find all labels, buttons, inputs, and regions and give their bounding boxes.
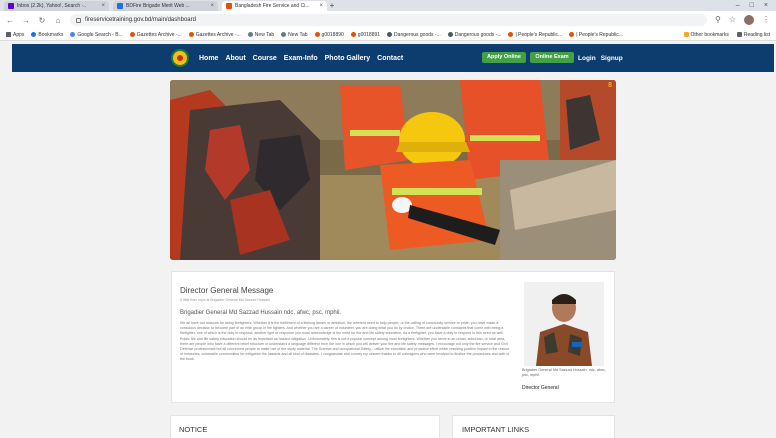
director-general-message-card: Director General Message A little finer …: [171, 271, 615, 403]
nav-about[interactable]: About: [225, 55, 245, 62]
signup-link[interactable]: Signup: [601, 55, 623, 62]
site-header: Home About Course Exam-Info Photo Galler…: [12, 44, 774, 72]
apply-online-button[interactable]: Apply Online: [482, 52, 526, 63]
dg-message-body: We all have our reasons for being firefi…: [180, 321, 510, 362]
fire-service-logo[interactable]: [171, 49, 189, 67]
gazette-favicon-icon: [350, 32, 356, 37]
hero-slider-image[interactable]: 8: [170, 80, 616, 260]
main-nav: Home About Course Exam-Info Photo Galler…: [199, 44, 403, 72]
toolbar-right: ⚲ ☆ ⋮: [715, 15, 770, 25]
gazette-favicon-icon: [569, 32, 575, 37]
close-tab-icon[interactable]: ×: [210, 3, 214, 9]
gazette-favicon-icon: [314, 32, 320, 37]
dg-photo-caption: Brigadier General Md Sazzad Hussain, ndc…: [522, 368, 606, 377]
hero-badge: 8: [608, 82, 612, 89]
firefighter-training-photo: [170, 80, 616, 260]
dg-meta: A little finer topic at Brigadier Genera…: [180, 298, 270, 302]
home-icon[interactable]: ⌂: [54, 16, 62, 25]
gazette-favicon-icon: [129, 32, 135, 37]
reading-list-icon: [736, 32, 742, 37]
bookmark-item[interactable]: New Tab: [281, 32, 308, 38]
notice-title: NOTICE: [179, 425, 208, 434]
notice-card: NOTICE: [170, 415, 440, 438]
apps-grid-icon: [6, 32, 11, 37]
bookmark-item[interactable]: New Tab: [247, 32, 274, 38]
yahoo-favicon-icon: [8, 3, 14, 9]
dg-portrait-photo: [524, 282, 604, 366]
menu-icon[interactable]: ⋮: [762, 15, 770, 25]
bookmark-item[interactable]: Gazettes Archive -...: [188, 32, 241, 38]
url-input[interactable]: fireservicetraining.gov.bd/main/dashboar…: [70, 14, 707, 26]
important-links-card: IMPORTANT LINKS: [452, 415, 615, 438]
portrait-image: [524, 282, 604, 366]
bookmark-item[interactable]: Google Search - B...: [70, 32, 123, 38]
bookmark-item[interactable]: Dangerous goods -...: [447, 32, 501, 38]
close-tab-icon[interactable]: ×: [319, 3, 323, 9]
browser-tab-yahoo[interactable]: Inbox (2.2k), Yahoo!, Search ·.. ×: [4, 1, 109, 11]
browser-tab-fireservice[interactable]: Bangladesh Fire Service and Ci... ×: [222, 1, 327, 11]
address-bar: ← → ↻ ⌂ fireservicetraining.gov.bd/main/…: [0, 11, 776, 29]
minimize-icon[interactable]: –: [736, 2, 740, 9]
profile-avatar[interactable]: [744, 15, 754, 25]
bookmark-item[interactable]: Gazettes Archive -...: [129, 32, 182, 38]
tab-title: Inbox (2.2k), Yahoo!, Search ·..: [17, 3, 87, 9]
nav-photo-gallery[interactable]: Photo Gallery: [325, 55, 371, 62]
important-links-title: IMPORTANT LINKS: [462, 425, 530, 434]
tab-title: BDFire Brigade Merit Web ...: [126, 3, 190, 9]
bookmark-item[interactable]: Bookmarks: [31, 32, 63, 38]
globe-icon: [281, 32, 287, 37]
auth-nav: Login Signup: [578, 44, 623, 72]
bookmarks-right: Other bookmarks Reading list: [683, 32, 770, 38]
w-favicon-icon: [447, 32, 453, 37]
star-icon[interactable]: ☆: [729, 15, 736, 25]
dg-name: Brigadier General Md Sazzad Hussain ndc,…: [180, 310, 342, 316]
browser-window: Inbox (2.2k), Yahoo!, Search ·.. × BDFir…: [0, 0, 776, 438]
fireservice-favicon-icon: [226, 3, 232, 9]
login-link[interactable]: Login: [578, 55, 596, 62]
tab-strip: Inbox (2.2k), Yahoo!, Search ·.. × BDFir…: [0, 0, 776, 11]
new-tab-button[interactable]: +: [327, 1, 337, 11]
other-bookmarks[interactable]: Other bookmarks: [683, 32, 729, 38]
nav-exam-info[interactable]: Exam-Info: [284, 55, 318, 62]
nav-contact[interactable]: Contact: [377, 55, 403, 62]
dg-heading: Director General Message: [180, 286, 274, 295]
zoom-icon[interactable]: ⚲: [715, 15, 721, 25]
bookmark-item[interactable]: Dangerous goods -...: [387, 32, 441, 38]
bookmark-apps[interactable]: Apps: [6, 32, 24, 38]
gazette-favicon-icon: [508, 32, 514, 37]
bookmark-item[interactable]: g0018891: [350, 32, 380, 38]
browser-tab-bdfire[interactable]: BDFire Brigade Merit Web ... ×: [113, 1, 218, 11]
bookmarks-bar: Apps Bookmarks Google Search - B... Gaze…: [0, 29, 776, 41]
google-favicon-icon: [70, 32, 76, 37]
online-exam-button[interactable]: Online Exam: [530, 52, 574, 63]
bdfire-favicon-icon: [117, 3, 123, 9]
nav-home[interactable]: Home: [199, 55, 218, 62]
close-window-icon[interactable]: ×: [764, 2, 768, 9]
bookmark-star-icon: [31, 32, 37, 37]
folder-icon: [683, 32, 689, 37]
dg-role: Director General: [522, 385, 559, 391]
gazette-favicon-icon: [188, 32, 194, 37]
forward-icon[interactable]: →: [22, 16, 30, 25]
maximize-icon[interactable]: □: [750, 2, 754, 9]
lock-icon: [76, 17, 81, 23]
globe-icon: [247, 32, 253, 37]
close-tab-icon[interactable]: ×: [101, 3, 105, 9]
bookmark-item[interactable]: | People's Republic...: [569, 32, 623, 38]
reading-list[interactable]: Reading list: [736, 32, 770, 38]
back-icon[interactable]: ←: [6, 16, 14, 25]
w-favicon-icon: [387, 32, 393, 37]
bookmark-item[interactable]: | People's Republic...: [508, 32, 562, 38]
window-controls: – □ ×: [736, 2, 776, 9]
nav-course[interactable]: Course: [253, 55, 277, 62]
bookmark-item[interactable]: g0018890: [314, 32, 344, 38]
reload-icon[interactable]: ↻: [38, 16, 46, 25]
url-text: fireservicetraining.gov.bd/main/dashboar…: [85, 17, 196, 23]
tab-title: Bangladesh Fire Service and Ci...: [235, 3, 310, 9]
